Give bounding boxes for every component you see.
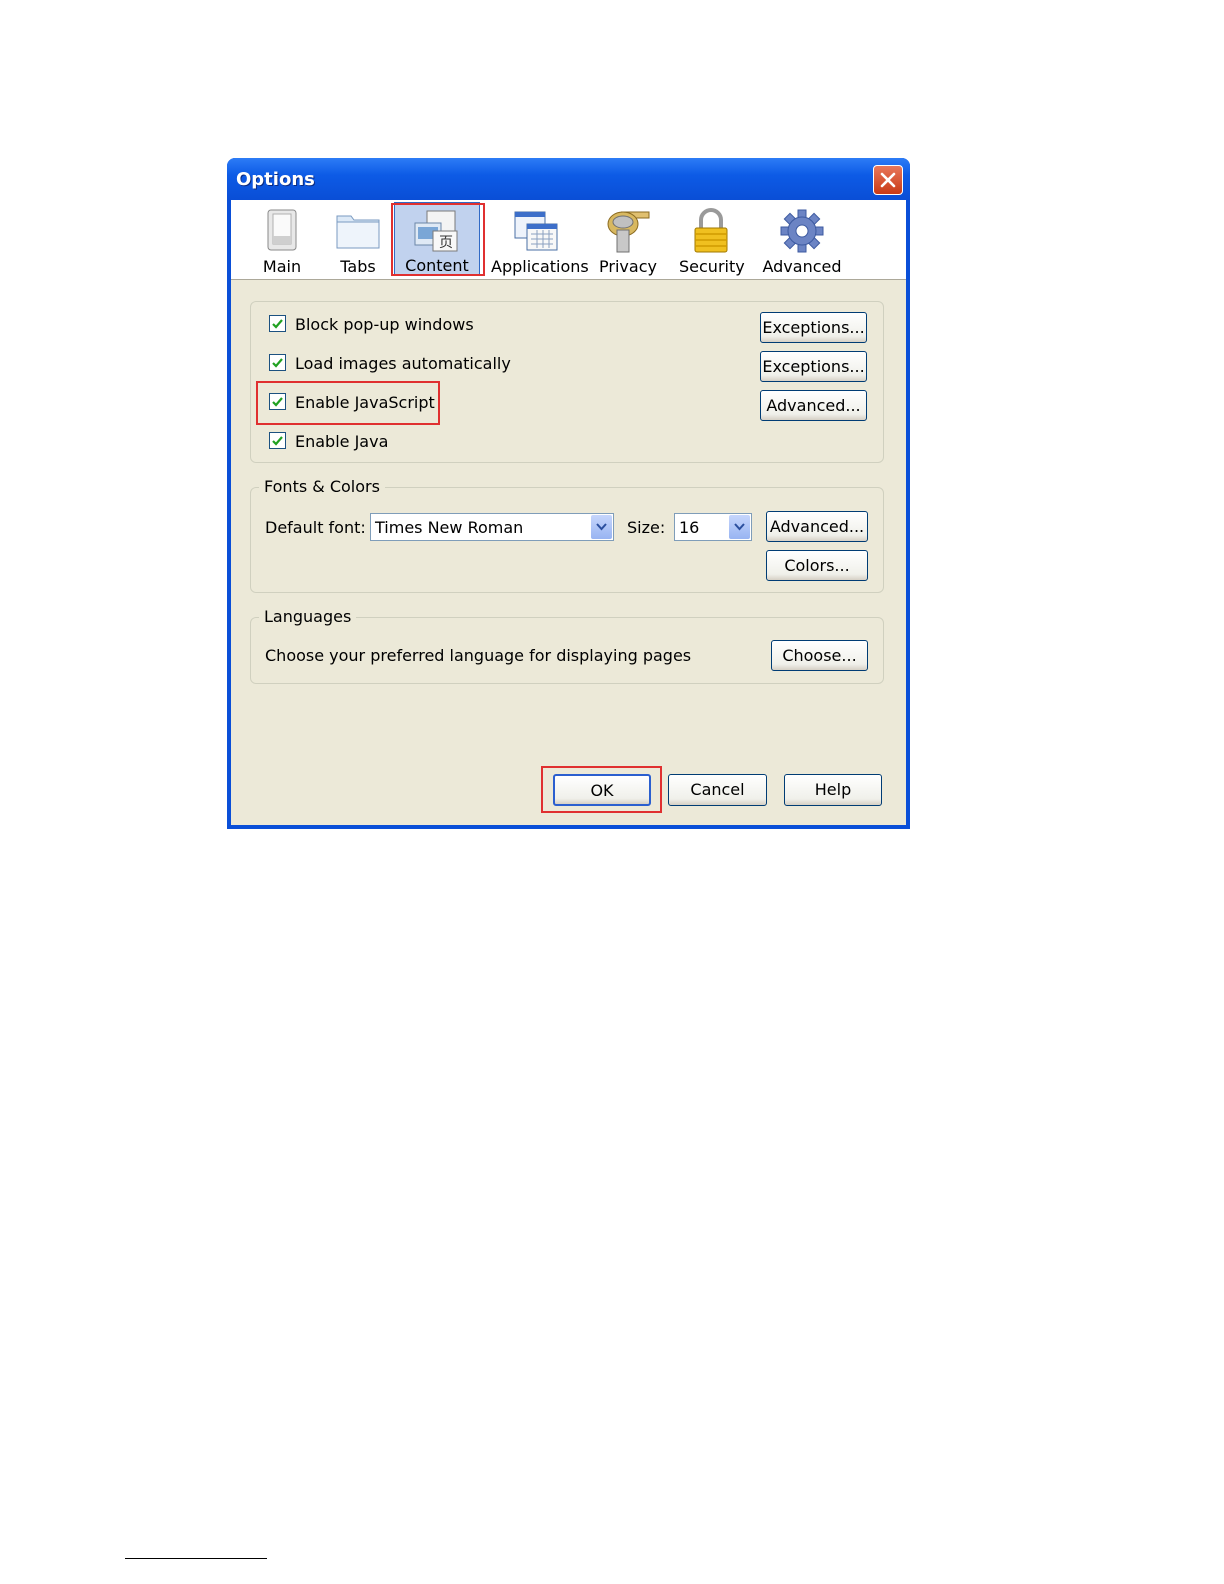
applications-icon — [514, 211, 558, 251]
tab-advanced[interactable]: Advanced — [761, 202, 843, 276]
languages-description: Choose your preferred language for displ… — [265, 646, 692, 665]
load-images-checkbox[interactable] — [269, 354, 286, 371]
security-icon — [694, 208, 728, 253]
chevron-down-icon[interactable] — [591, 515, 612, 539]
font-size-select[interactable]: 16 — [674, 513, 752, 541]
languages-group: Languages Choose your preferred language… — [250, 607, 884, 684]
fonts-colors-group: Fonts & Colors Default font: Times New R… — [250, 477, 884, 593]
close-button[interactable] — [873, 165, 903, 195]
chevron-down-icon[interactable] — [729, 515, 750, 539]
close-icon — [880, 172, 896, 188]
tab-tabs-label: Tabs — [340, 257, 376, 276]
colors-button[interactable]: Colors... — [766, 550, 868, 581]
tab-applications[interactable]: Applications — [491, 202, 589, 276]
tab-security-label: Security — [679, 257, 745, 276]
check-icon — [272, 436, 283, 446]
popup-exceptions-button[interactable]: Exceptions... — [760, 312, 867, 343]
block-popups-label[interactable]: Block pop-up windows — [295, 315, 474, 334]
choose-language-button[interactable]: Choose... — [771, 640, 868, 671]
ok-highlight-box — [541, 766, 662, 813]
default-font-value: Times New Roman — [375, 518, 524, 537]
privacy-icon — [607, 211, 650, 253]
check-icon — [272, 358, 283, 368]
dialog-client: Main Tabs 页 Content Applications Privacy… — [231, 200, 906, 825]
content-highlight-box — [391, 203, 485, 276]
footnote-rule — [125, 1558, 267, 1559]
tab-main-label: Main — [262, 257, 302, 276]
tabs-icon — [336, 215, 380, 249]
help-button[interactable]: Help — [784, 774, 882, 806]
size-label: Size: — [627, 518, 666, 537]
font-size-value: 16 — [679, 518, 700, 537]
tab-privacy[interactable]: Privacy — [597, 202, 659, 276]
tab-security[interactable]: Security — [679, 202, 745, 276]
window-title: Options — [236, 169, 315, 190]
default-font-label: Default font: — [265, 518, 366, 537]
tab-applications-label: Applications — [491, 257, 589, 276]
cancel-button[interactable]: Cancel — [668, 774, 767, 806]
block-popups-checkbox[interactable] — [269, 315, 286, 332]
load-images-label[interactable]: Load images automatically — [295, 354, 511, 373]
tab-advanced-label: Advanced — [762, 257, 842, 276]
tab-tabs[interactable]: Tabs — [331, 202, 385, 276]
javascript-highlight-box — [256, 381, 440, 425]
content-options-group: Block pop-up windows Exceptions... Load … — [250, 301, 884, 463]
check-icon — [272, 319, 283, 329]
advanced-icon — [780, 209, 824, 253]
options-dialog: Options Main Tabs 页 Content Applications… — [227, 158, 910, 829]
javascript-advanced-button[interactable]: Advanced... — [760, 390, 867, 421]
languages-legend: Languages — [259, 607, 357, 626]
pane-toolbar: Main Tabs 页 Content Applications Privacy… — [231, 200, 906, 280]
enable-java-checkbox[interactable] — [269, 432, 286, 449]
fonts-colors-legend: Fonts & Colors — [259, 477, 385, 496]
main-icon — [267, 209, 297, 251]
default-font-select[interactable]: Times New Roman — [370, 513, 614, 541]
title-bar[interactable]: Options — [227, 158, 910, 200]
tab-main[interactable]: Main — [255, 202, 309, 276]
enable-java-label[interactable]: Enable Java — [295, 432, 388, 451]
fonts-advanced-button[interactable]: Advanced... — [766, 511, 868, 542]
tab-privacy-label: Privacy — [599, 257, 657, 276]
image-exceptions-button[interactable]: Exceptions... — [760, 351, 867, 382]
